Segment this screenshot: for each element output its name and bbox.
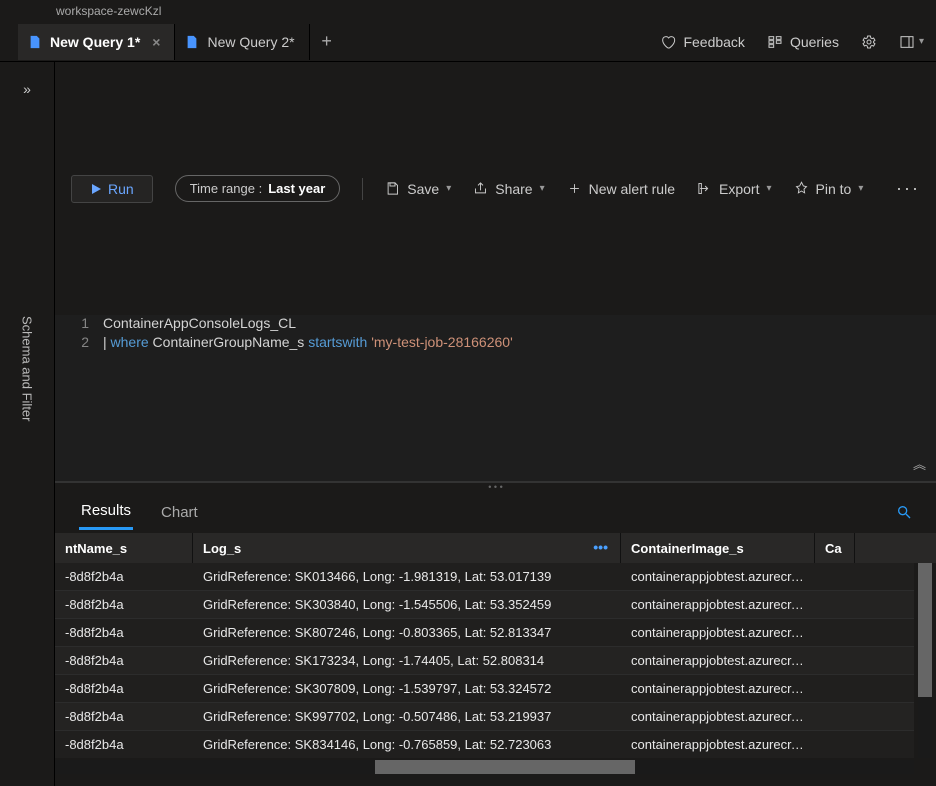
line-number: 1 [55,315,103,334]
close-icon[interactable]: × [152,34,160,50]
column-header-log-label: Log_s [203,541,241,556]
feedback-button[interactable]: Feedback [660,34,744,50]
horizontal-scrollbar[interactable] [55,760,914,774]
time-range-value: Last year [268,181,325,196]
column-menu-button[interactable]: ••• [593,539,608,555]
cell-name: -8d8f2b4a [55,737,193,752]
search-icon[interactable] [896,504,912,520]
vertical-scrollbar[interactable] [918,563,932,758]
cell-image: containerappjobtest.azurecr.io/... [621,653,815,668]
run-label: Run [108,181,134,197]
table-row[interactable]: -8d8f2b4aGridReference: SK834146, Long: … [55,731,914,758]
cell-image: containerappjobtest.azurecr.io/... [621,569,815,584]
tab-results[interactable]: Results [79,494,133,530]
table-row[interactable]: -8d8f2b4aGridReference: SK013466, Long: … [55,563,914,591]
cell-name: -8d8f2b4a [55,709,193,724]
cell-image: containerappjobtest.azurecr.io/... [621,625,815,640]
export-label: Export [719,181,759,197]
cell-log: GridReference: SK013466, Long: -1.981319… [193,569,621,584]
column-header-name[interactable]: ntName_s [55,533,193,563]
chevron-down-icon: ▾ [540,183,545,194]
code-line[interactable]: | where ContainerGroupName_s startswith … [103,334,513,353]
scrollbar-thumb[interactable] [375,760,635,774]
pin-icon [794,181,809,196]
chevron-down-icon: ▾ [919,36,924,47]
breadcrumb[interactable]: workspace-zewcKzl [0,0,936,22]
table-row[interactable]: -8d8f2b4aGridReference: SK303840, Long: … [55,591,914,619]
panel-icon [899,34,915,50]
queries-label: Queries [790,34,839,50]
cell-log: GridReference: SK303840, Long: -1.545506… [193,597,621,612]
code-line[interactable]: ContainerAppConsoleLogs_CL [103,315,296,334]
share-label: Share [495,181,532,197]
cell-log: GridReference: SK173234, Long: -1.74405,… [193,653,621,668]
cell-image: containerappjobtest.azurecr.io/... [621,737,815,752]
save-icon [385,181,400,196]
tab-label: New Query 2* [207,34,294,50]
table-row[interactable]: -8d8f2b4aGridReference: SK807246, Long: … [55,619,914,647]
cell-name: -8d8f2b4a [55,597,193,612]
chevron-down-icon: ▾ [446,183,451,194]
new-alert-label: New alert rule [589,181,675,197]
time-range-prefix: Time range : [190,181,263,196]
chevron-down-icon: ▾ [766,183,771,194]
cell-name: -8d8f2b4a [55,625,193,640]
cell-image: containerappjobtest.azurecr.io/... [621,709,815,724]
cell-image: containerappjobtest.azurecr.io/... [621,681,815,696]
pin-button[interactable]: Pin to ▾ [794,181,864,197]
scrollbar-thumb[interactable] [918,563,932,697]
results-table: ntName_s Log_s ••• ContainerImage_s Ca -8… [55,533,936,786]
cell-log: GridReference: SK997702, Long: -0.507486… [193,709,621,724]
cell-log: GridReference: SK834146, Long: -0.765859… [193,737,621,752]
panel-toggle[interactable]: ▾ [899,34,924,50]
column-header-extra[interactable]: Ca [815,533,855,563]
new-tab-button[interactable]: + [310,31,344,52]
cell-log: GridReference: SK307809, Long: -1.539797… [193,681,621,696]
cell-image: containerappjobtest.azurecr.io/... [621,597,815,612]
plus-icon [567,181,582,196]
chevron-down-icon: ▾ [858,183,863,194]
tab-chart[interactable]: Chart [159,496,200,529]
save-label: Save [407,181,439,197]
sidebar-label[interactable]: Schema and Filter [20,316,35,422]
save-button[interactable]: Save ▾ [385,181,451,197]
query-tab[interactable]: New Query 2* [175,24,309,60]
column-header-image[interactable]: ContainerImage_s [621,533,815,563]
query-editor[interactable]: 1ContainerAppConsoleLogs_CL2| where Cont… [55,315,936,483]
gear-icon[interactable] [861,34,877,50]
pin-label: Pin to [816,181,852,197]
time-range-picker[interactable]: Time range : Last year [175,175,341,202]
expand-sidebar-button[interactable]: » [23,81,31,97]
collapse-editor-button[interactable]: ︽ [913,454,926,473]
play-icon [90,183,102,195]
file-icon [185,35,199,49]
feedback-label: Feedback [683,34,744,50]
cell-name: -8d8f2b4a [55,569,193,584]
table-row[interactable]: -8d8f2b4aGridReference: SK997702, Long: … [55,703,914,731]
query-tab[interactable]: New Query 1* × [18,24,175,60]
heart-icon [660,34,676,50]
cell-name: -8d8f2b4a [55,653,193,668]
table-row[interactable]: -8d8f2b4aGridReference: SK307809, Long: … [55,675,914,703]
more-button[interactable]: ··· [896,178,920,199]
tab-label: New Query 1* [50,34,140,50]
queries-button[interactable]: Queries [767,34,839,50]
cell-log: GridReference: SK807246, Long: -0.803365… [193,625,621,640]
share-button[interactable]: Share ▾ [473,181,544,197]
divider [362,178,363,200]
share-icon [473,181,488,196]
cell-name: -8d8f2b4a [55,681,193,696]
export-icon [697,181,712,196]
run-button[interactable]: Run [71,175,153,203]
column-header-log[interactable]: Log_s ••• [193,533,621,563]
queries-icon [767,34,783,50]
table-row[interactable]: -8d8f2b4aGridReference: SK173234, Long: … [55,647,914,675]
file-icon [28,35,42,49]
splitter[interactable]: • • • [55,483,936,491]
new-alert-button[interactable]: New alert rule [567,181,675,197]
line-number: 2 [55,334,103,353]
export-button[interactable]: Export ▾ [697,181,772,197]
